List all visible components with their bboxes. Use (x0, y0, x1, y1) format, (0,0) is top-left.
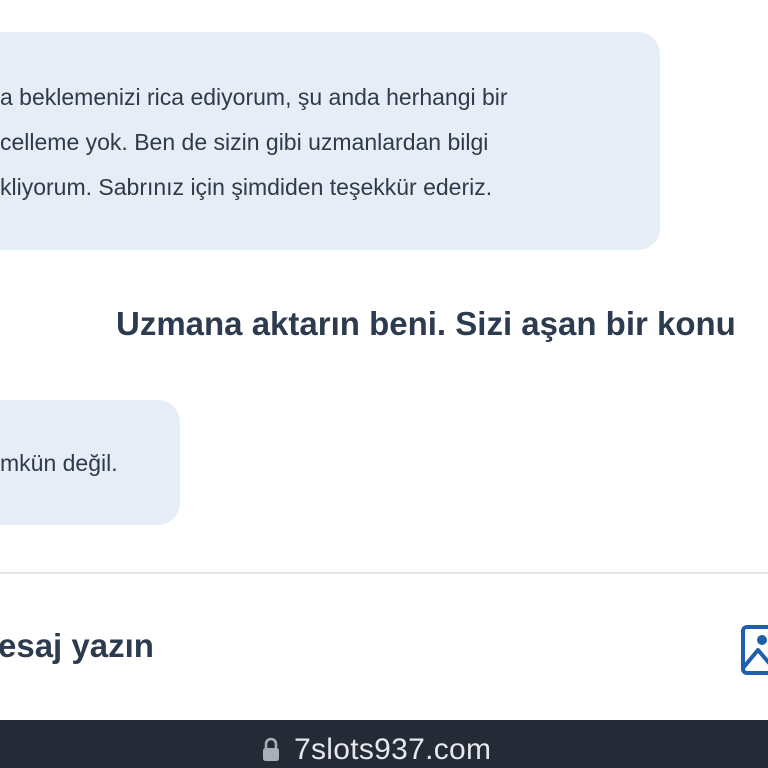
composer-divider (0, 572, 768, 574)
message-line: kliyorum. Sabrınız için şimdiden teşekkü… (0, 174, 493, 200)
message-input[interactable]: esaj yazın (0, 622, 154, 670)
url-text: 7slots937.com (294, 733, 492, 766)
message-line: celleme yok. Ben de sizin gibi uzmanlard… (0, 129, 489, 155)
agent-message-bubble: mkün değil. (0, 400, 180, 525)
lock-icon (263, 737, 279, 761)
image-icon (741, 625, 768, 675)
message-line: mkün değil. (0, 450, 118, 476)
message-line: a beklemenizi rica ediyorum, şu anda her… (0, 84, 508, 110)
chat-screen: a beklemenizi rica ediyorum, şu anda her… (0, 0, 768, 768)
agent-message-bubble: a beklemenizi rica ediyorum, şu anda her… (0, 32, 660, 250)
url-display[interactable]: 7slots937.com (262, 731, 491, 768)
user-message: Uzmana aktarın beni. Sizi aşan bir konu (116, 305, 736, 342)
attach-image-button[interactable] (740, 624, 768, 676)
